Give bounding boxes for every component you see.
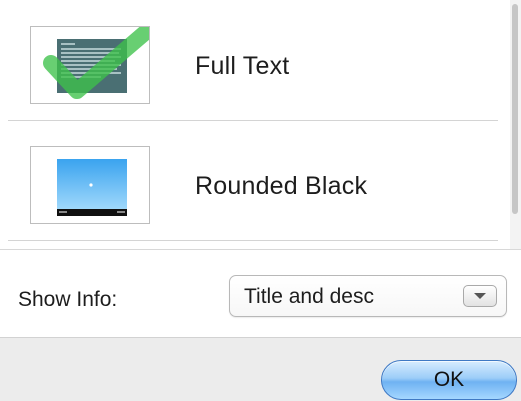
style-list[interactable]: Full Text Rounded Black — [0, 0, 521, 250]
row-divider — [8, 240, 498, 241]
rounded-black-thumbnail-icon — [30, 146, 150, 224]
scrollbar-thumb[interactable] — [512, 4, 518, 214]
show-info-label: Show Info: — [18, 288, 118, 311]
list-item-label: Full Text — [195, 52, 290, 80]
show-info-select[interactable]: Title and desc — [229, 275, 507, 317]
list-item-rounded-black[interactable]: Rounded Black — [0, 122, 510, 241]
list-scrollbar[interactable] — [510, 0, 521, 250]
list-item-full-text[interactable]: Full Text — [0, 2, 510, 121]
show-info-selected-value: Title and desc — [244, 285, 374, 308]
show-info-section: Show Info: Title and desc — [0, 250, 521, 337]
dialog-footer: OK — [0, 337, 521, 401]
chevron-down-icon[interactable] — [463, 285, 497, 307]
ok-button[interactable]: OK — [381, 360, 517, 400]
list-item-label: Rounded Black — [195, 172, 368, 200]
row-divider — [8, 120, 498, 121]
full-text-thumbnail-icon — [30, 23, 155, 104]
